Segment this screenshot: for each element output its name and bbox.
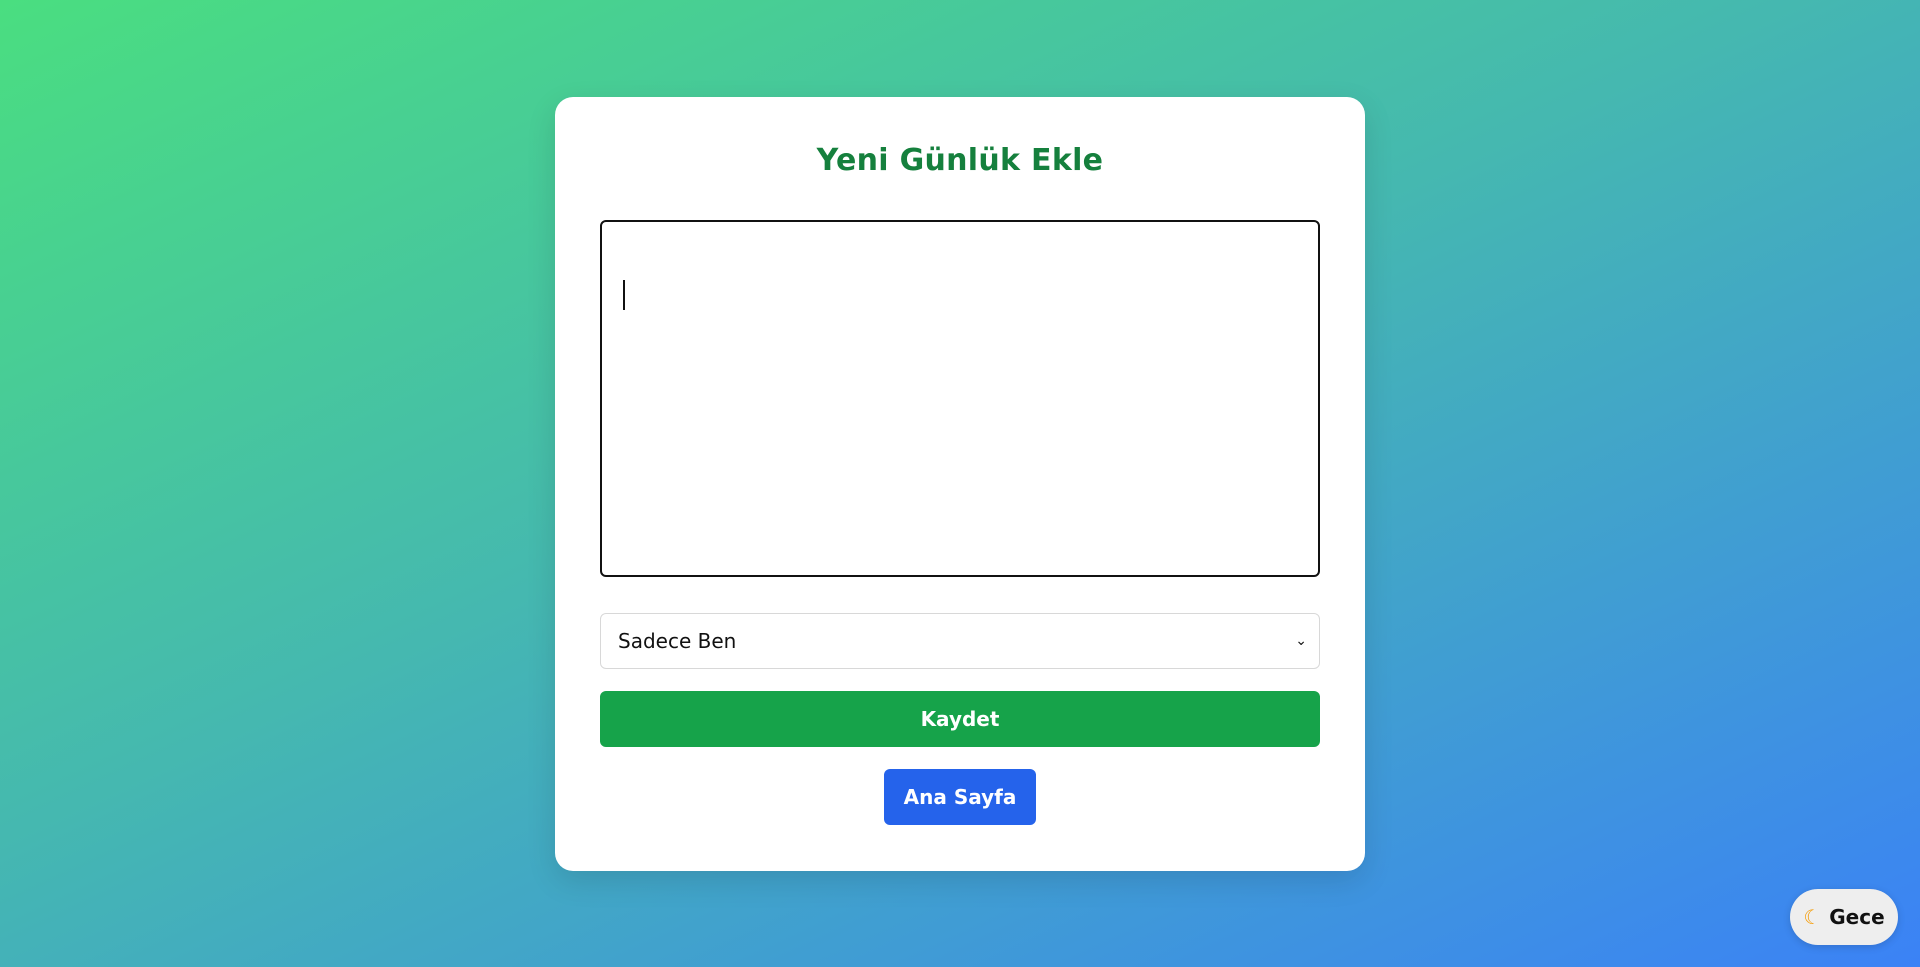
- chevron-down-icon: ⌄: [1295, 633, 1307, 649]
- save-button[interactable]: Kaydet: [600, 691, 1320, 747]
- night-mode-toggle[interactable]: ☾ Gece: [1790, 889, 1898, 945]
- visibility-select[interactable]: Sadece Ben ⌄: [600, 613, 1320, 669]
- new-diary-card: Yeni Günlük Ekle Sadece Ben ⌄ Kaydet Ana…: [555, 97, 1365, 871]
- moon-icon: ☾: [1803, 905, 1822, 929]
- visibility-selected-value: Sadece Ben: [618, 629, 737, 653]
- night-mode-label: Gece: [1829, 905, 1885, 929]
- diary-content-textarea[interactable]: [600, 220, 1320, 577]
- page-title: Yeni Günlük Ekle: [816, 143, 1104, 178]
- home-button[interactable]: Ana Sayfa: [884, 769, 1036, 825]
- text-caret: [623, 280, 625, 310]
